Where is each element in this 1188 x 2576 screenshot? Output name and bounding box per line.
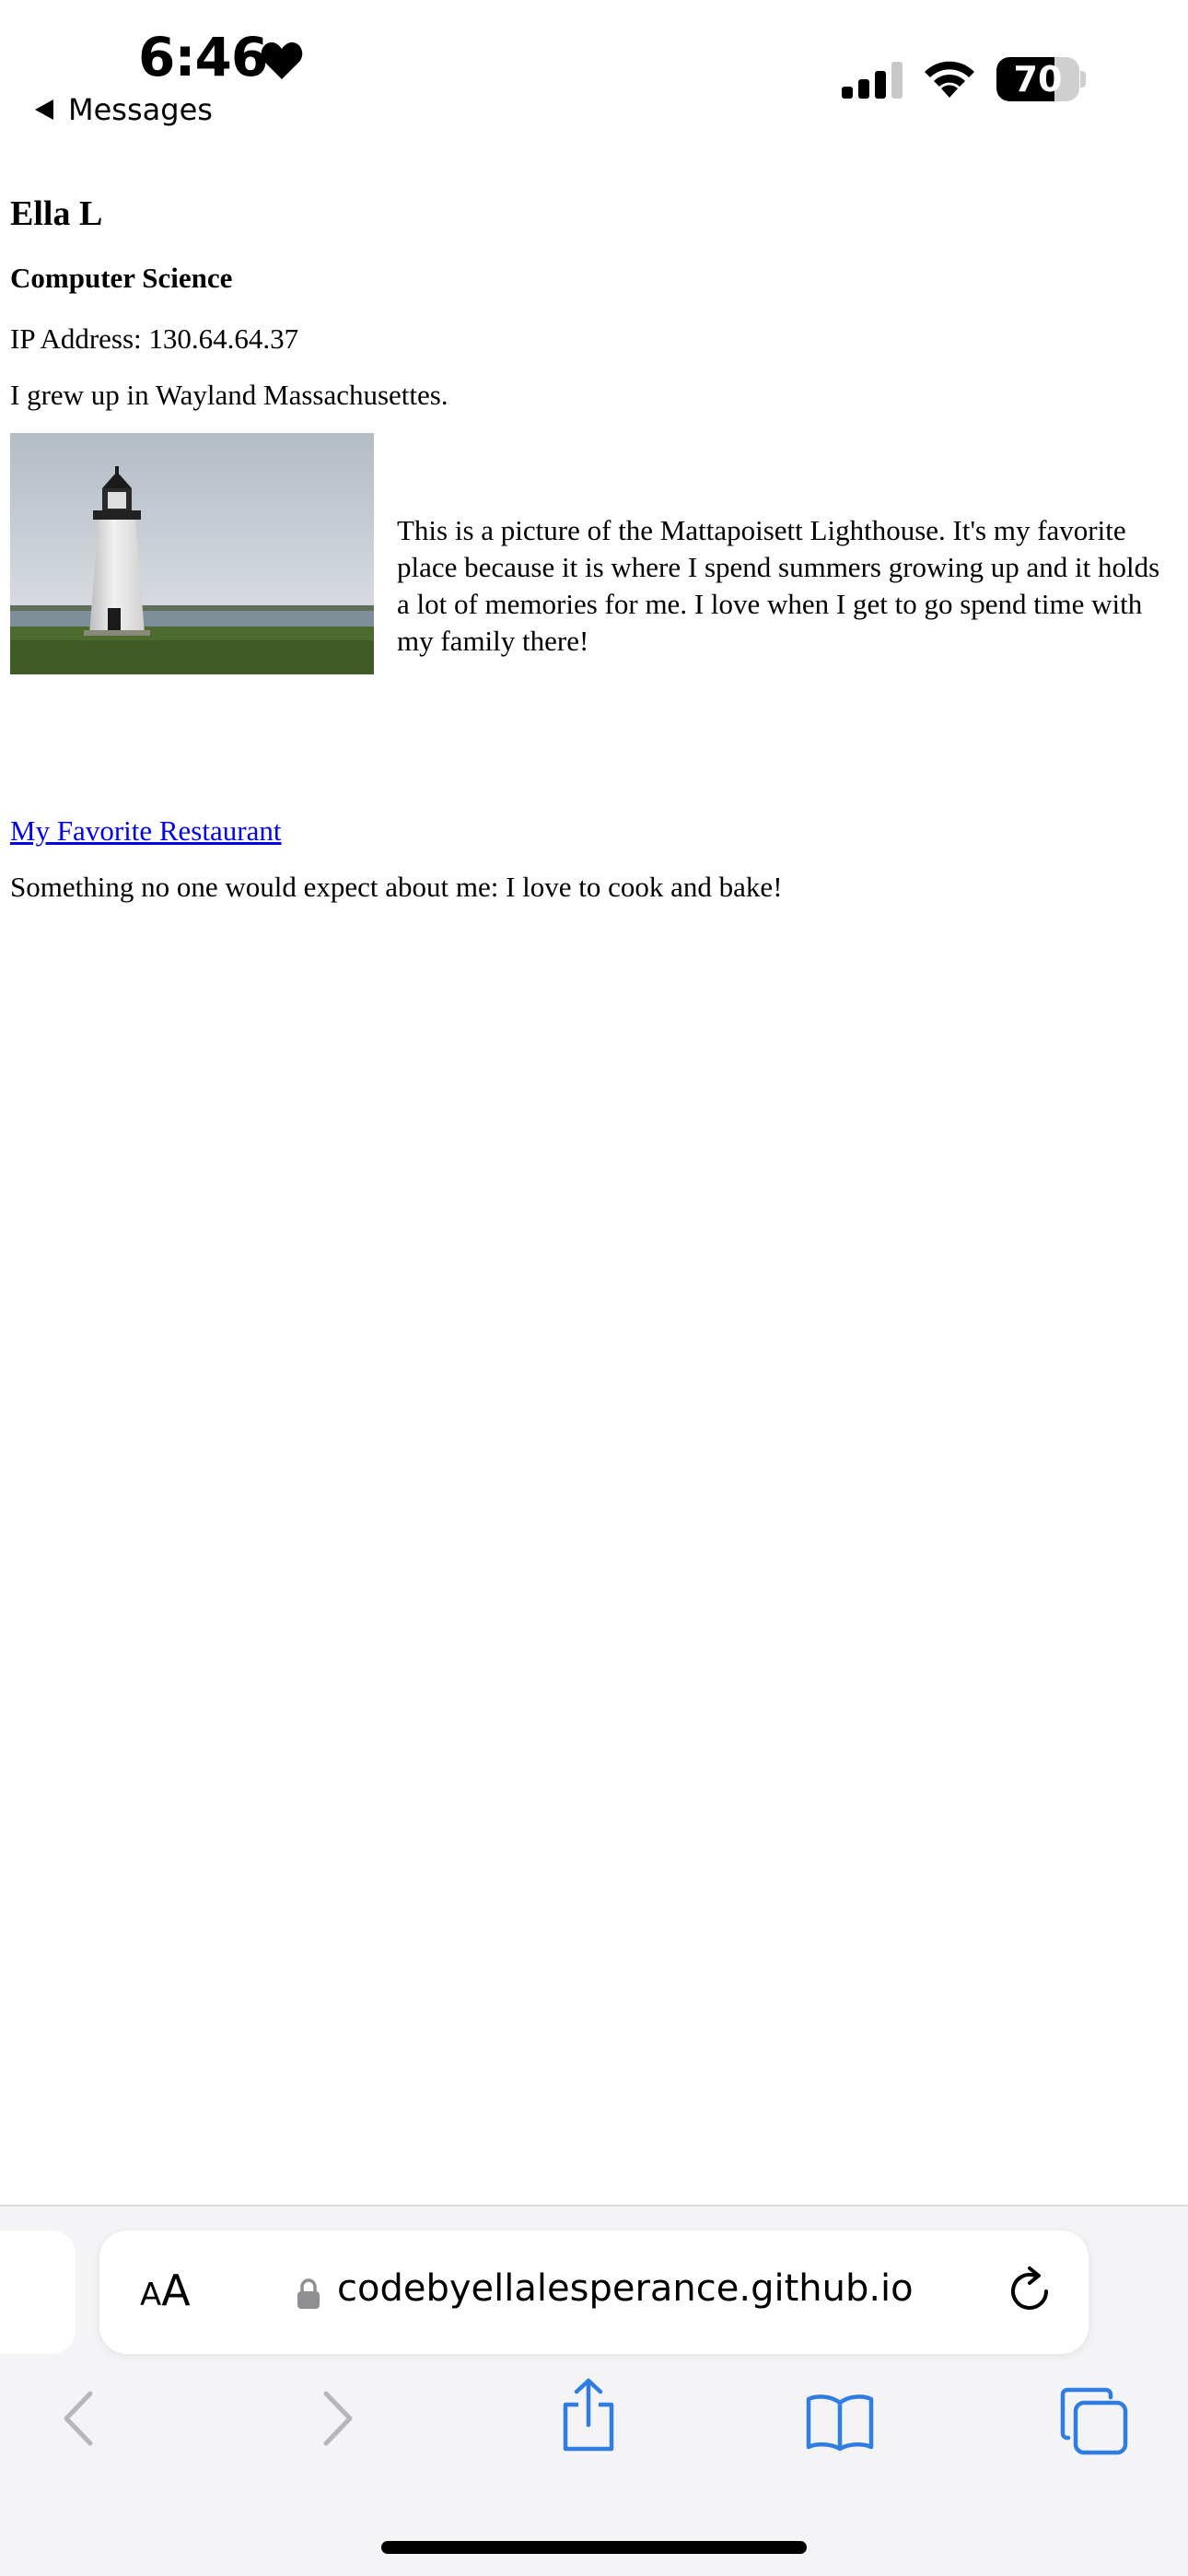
address-bar[interactable]: A A codebyellalesperance.github.io [99, 2231, 1089, 2354]
page-title: Ella L [10, 194, 103, 233]
status-time: 6:46 [138, 26, 268, 88]
major-heading: Computer Science [10, 262, 233, 294]
ip-address-text: IP Address: 130.64.64.37 [10, 322, 299, 355]
battery-indicator: 70 [996, 57, 1079, 101]
text-size-button[interactable]: A A [140, 2266, 191, 2315]
reload-icon[interactable] [1002, 2264, 1059, 2321]
wifi-icon [925, 61, 974, 98]
photo-caption: This is a picture of the Mattapoisett Li… [397, 514, 1160, 657]
text-size-small-a: A [140, 2277, 162, 2313]
hometown-text: I grew up in Wayland Massachusettes. [10, 379, 448, 411]
previous-tab-preview[interactable] [0, 2231, 76, 2354]
back-triangle-icon [35, 100, 53, 120]
chevron-right-icon[interactable] [315, 2386, 361, 2451]
share-icon[interactable] [556, 2377, 621, 2453]
cellular-signal-icon [842, 62, 903, 99]
battery-percent: 70 [1013, 59, 1063, 100]
fun-fact-text: Something no one would expect about me: … [10, 871, 783, 903]
back-to-messages-button[interactable]: Messages [35, 92, 213, 127]
tabs-icon[interactable] [1059, 2386, 1129, 2456]
lighthouse-photo [10, 433, 374, 674]
lock-icon [297, 2278, 320, 2309]
chevron-left-icon[interactable] [55, 2386, 101, 2451]
favorite-restaurant-link[interactable]: My Favorite Restaurant [10, 814, 281, 848]
home-indicator[interactable] [381, 2541, 807, 2554]
back-app-label: Messages [68, 92, 213, 127]
battery-nub [1080, 71, 1086, 88]
heart-icon [261, 42, 303, 79]
book-icon[interactable] [805, 2392, 875, 2453]
url-text: codebyellalesperance.github.io [337, 2267, 914, 2310]
text-size-big-a: A [161, 2266, 191, 2315]
